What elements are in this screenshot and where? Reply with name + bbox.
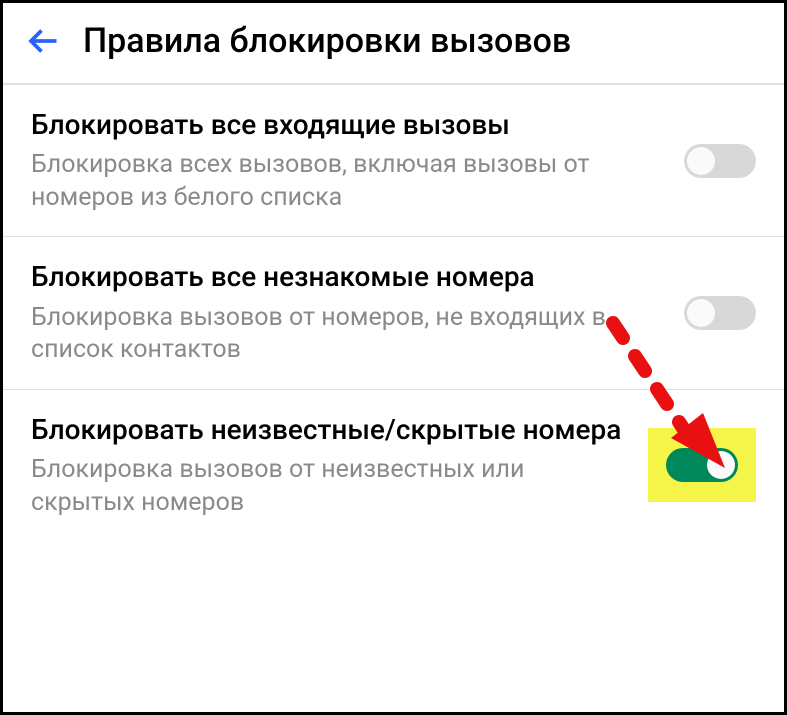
setting-block-unknown-numbers[interactable]: Блокировать все незнакомые номера Блокир… (3, 237, 784, 389)
setting-block-all-incoming[interactable]: Блокировать все входящие вызовы Блокиров… (3, 85, 784, 237)
toggle-block-hidden-numbers[interactable] (666, 448, 738, 482)
toggle-block-all-incoming[interactable] (684, 144, 756, 178)
back-button[interactable] (23, 21, 63, 61)
setting-description: Блокировка всех вызовов, включая вызовы … (31, 149, 664, 214)
toggle-knob (707, 451, 735, 479)
toggle-block-unknown-numbers[interactable] (684, 296, 756, 330)
setting-text: Блокировать все входящие вызовы Блокиров… (31, 107, 684, 214)
setting-title: Блокировать все незнакомые номера (31, 259, 664, 295)
setting-title: Блокировать неизвестные/скрытые номера (31, 412, 628, 448)
setting-text: Блокировать неизвестные/скрытые номера Б… (31, 412, 648, 519)
page-title: Правила блокировки вызовов (83, 21, 571, 61)
setting-block-hidden-numbers[interactable]: Блокировать неизвестные/скрытые номера Б… (3, 390, 784, 541)
setting-text: Блокировать все незнакомые номера Блокир… (31, 259, 684, 366)
setting-description: Блокировка вызовов от номеров, не входящ… (31, 302, 664, 367)
setting-description: Блокировка вызовов от неизвестных или ск… (31, 454, 628, 519)
header: Правила блокировки вызовов (3, 3, 784, 85)
setting-title: Блокировать все входящие вызовы (31, 107, 664, 143)
toggle-knob (687, 299, 715, 327)
toggle-knob (687, 147, 715, 175)
arrow-left-icon (25, 23, 61, 59)
settings-list: Блокировать все входящие вызовы Блокиров… (3, 85, 784, 541)
